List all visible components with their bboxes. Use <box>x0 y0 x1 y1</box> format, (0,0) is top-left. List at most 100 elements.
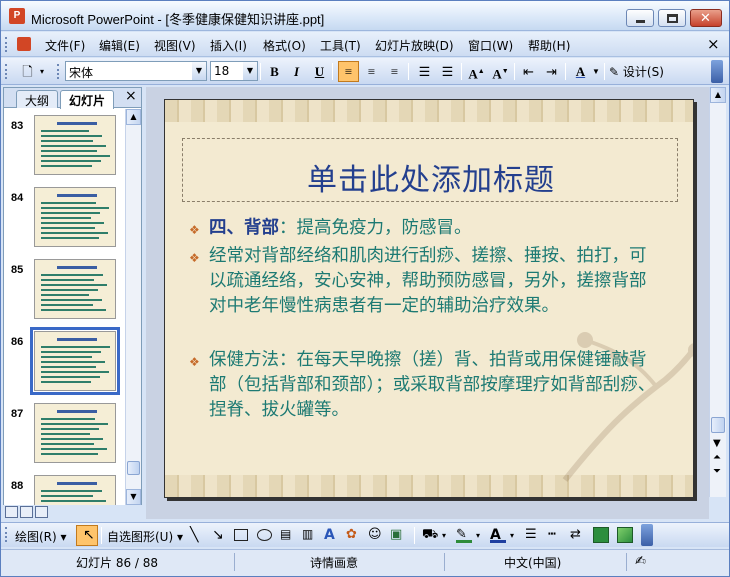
shadow-style-icon[interactable] <box>593 527 609 543</box>
bullet-paragraph[interactable]: ❖ 保健方法：在每天早晚擦（搓）背、拍背或用保健锤敲背部（包括背部和颈部）；或采… <box>189 348 659 423</box>
new-document-icon[interactable]: 🗋 <box>17 61 38 82</box>
powerpoint-app-icon[interactable]: P <box>9 8 25 24</box>
arrow-icon[interactable]: ↘ <box>212 527 228 543</box>
document-close-icon[interactable]: × <box>707 35 720 53</box>
align-left-button[interactable]: ≡ <box>338 61 359 82</box>
slide-thumbnail-row[interactable]: 83 <box>4 115 125 181</box>
dash-style-icon[interactable]: ┅ <box>548 527 564 543</box>
menu-view[interactable]: 视图(V) <box>154 37 196 54</box>
menu-window[interactable]: 窗口(W) <box>468 37 513 54</box>
slide-title[interactable]: 单击此处添加标题 <box>183 155 679 199</box>
slide-thumbnail[interactable] <box>34 187 116 247</box>
slide-sorter-view-icon[interactable] <box>20 506 33 518</box>
rectangle-icon[interactable] <box>234 529 248 541</box>
bullet-paragraph[interactable]: ❖ 四、背部：提高免疫力，防感冒。 <box>189 216 659 241</box>
menu-help[interactable]: 帮助(H) <box>528 37 570 54</box>
menu-tools[interactable]: 工具(T) <box>320 37 361 54</box>
menu-file[interactable]: 文件(F) <box>45 37 85 54</box>
underline-button[interactable]: U <box>309 61 330 82</box>
bold-button[interactable]: B <box>264 61 285 82</box>
toolbar-overflow-button[interactable] <box>711 60 723 83</box>
text-box-icon[interactable]: ▤ <box>280 527 296 543</box>
slide-thumbnail-row[interactable]: 87 <box>4 403 125 469</box>
chevron-down-icon[interactable]: ▼ <box>192 62 206 80</box>
font-color-icon[interactable]: A <box>490 527 506 543</box>
clip-art-icon[interactable]: ☺ <box>368 527 384 543</box>
bullet-diamond-icon: ❖ <box>189 223 200 237</box>
panel-close-icon[interactable]: × <box>125 88 137 104</box>
scroll-up-icon[interactable]: ▲ <box>710 87 726 103</box>
select-objects-button[interactable]: ↖ <box>76 525 98 546</box>
wordart-icon[interactable]: A <box>324 527 340 543</box>
previous-slide-icon[interactable]: ⏶ <box>713 453 721 463</box>
arrow-style-icon[interactable]: ⇄ <box>570 527 586 543</box>
chevron-down-icon[interactable]: ▼ <box>591 61 601 82</box>
menu-format[interactable]: 格式(O) <box>263 37 306 54</box>
spelling-check-icon[interactable]: ✍ <box>635 554 646 569</box>
slide-scrollbar[interactable]: ▲ ▼ ⏶ ⏷ <box>709 87 726 497</box>
menu-slideshow[interactable]: 幻灯片放映(D) <box>375 37 454 54</box>
menubar-grip[interactable] <box>5 37 9 52</box>
design-button[interactable]: ✎ 设计(S) <box>609 63 664 80</box>
toolbar-grip-2[interactable] <box>57 64 61 79</box>
vertical-text-box-icon[interactable]: ▥ <box>302 527 318 543</box>
slide-thumbnail[interactable] <box>34 403 116 463</box>
decrease-font-size-icon[interactable]: A▼ <box>490 61 511 82</box>
draw-menu-button[interactable]: 绘图(R) ▾ <box>15 528 67 545</box>
menu-edit[interactable]: 编辑(E) <box>99 37 140 54</box>
numbering-icon[interactable]: ☰ <box>414 61 435 82</box>
close-button[interactable]: ✕ <box>690 9 722 27</box>
toolbar-grip[interactable] <box>5 527 9 542</box>
line-color-icon[interactable]: ✎ <box>456 527 472 543</box>
normal-view-icon[interactable] <box>5 506 18 518</box>
decrease-indent-icon[interactable]: ⇤ <box>518 61 539 82</box>
slide-thumbnail-row[interactable]: 85 <box>4 259 125 325</box>
fill-color-icon[interactable]: ⛟ <box>422 527 438 543</box>
italic-button[interactable]: I <box>286 61 307 82</box>
bullets-icon[interactable]: ☰ <box>437 61 458 82</box>
next-slide-icon[interactable]: ⏷ <box>713 467 721 477</box>
menu-insert[interactable]: 插入(I) <box>210 37 247 54</box>
3d-style-icon[interactable] <box>617 527 633 543</box>
slideshow-view-icon[interactable] <box>35 506 48 518</box>
panel-scroll-thumb[interactable] <box>127 461 140 475</box>
font-size-combo[interactable]: 18 ▼ <box>210 61 258 81</box>
align-right-button[interactable]: ≡ <box>384 61 405 82</box>
scroll-up-icon[interactable]: ▲ <box>126 109 141 125</box>
tab-outline[interactable]: 大纲 <box>16 90 59 108</box>
increase-font-size-icon[interactable]: A▲ <box>466 61 487 82</box>
document-icon[interactable] <box>17 37 31 51</box>
increase-indent-icon[interactable]: ⇥ <box>541 61 562 82</box>
minimize-button[interactable] <box>626 9 654 27</box>
slide-thumbnail[interactable] <box>34 115 116 175</box>
current-slide[interactable]: 单击此处添加标题 ❖ 四、背部：提高免疫力，防感冒。 ❖ 经常对背部经络和肌肉进… <box>164 99 694 498</box>
slide-thumbnail-row[interactable]: 84 <box>4 187 125 253</box>
scroll-down-icon[interactable]: ▼ <box>713 439 721 449</box>
slide-thumbnail[interactable] <box>34 475 116 505</box>
line-icon[interactable]: ╲ <box>190 527 206 543</box>
font-color-icon[interactable]: A <box>570 61 591 82</box>
maximize-button[interactable] <box>658 9 686 27</box>
insert-picture-icon[interactable]: ▣ <box>390 527 406 543</box>
slide-scroll-thumb[interactable] <box>711 417 725 433</box>
panel-scrollbar[interactable]: ▲ ▼ <box>125 109 141 505</box>
font-name-combo[interactable]: 宋体 ▼ <box>65 61 207 81</box>
align-center-button[interactable]: ≡ <box>361 61 382 82</box>
toolbar-options-chevron-icon[interactable]: ▾ <box>37 61 47 82</box>
scroll-down-icon[interactable]: ▼ <box>126 489 141 505</box>
autoshapes-menu-button[interactable]: 自选图形(U) ▾ <box>107 528 183 545</box>
title-placeholder[interactable]: 单击此处添加标题 <box>182 138 678 202</box>
chevron-down-icon[interactable]: ▼ <box>243 62 257 80</box>
toolbar-grip[interactable] <box>5 64 9 79</box>
diagram-icon[interactable]: ✿ <box>346 527 362 543</box>
slide-thumbnail-row[interactable]: 86 <box>4 327 125 397</box>
slide-thumbnail[interactable] <box>30 327 120 395</box>
slide-thumbnail[interactable] <box>34 259 116 319</box>
slide-thumbnail-row[interactable]: 88 <box>4 475 125 505</box>
chevron-down-icon[interactable]: ▾ <box>510 531 526 547</box>
bullet-paragraph[interactable]: ❖ 经常对背部经络和肌肉进行刮痧、搓擦、捶按、拍打，可以疏通经络，安心安神，帮助… <box>189 244 659 319</box>
toolbar-overflow-button[interactable] <box>641 524 653 546</box>
line-style-icon[interactable]: ☰ <box>525 527 541 543</box>
tab-slides[interactable]: 幻灯片 <box>60 90 115 109</box>
oval-icon[interactable] <box>257 529 272 541</box>
